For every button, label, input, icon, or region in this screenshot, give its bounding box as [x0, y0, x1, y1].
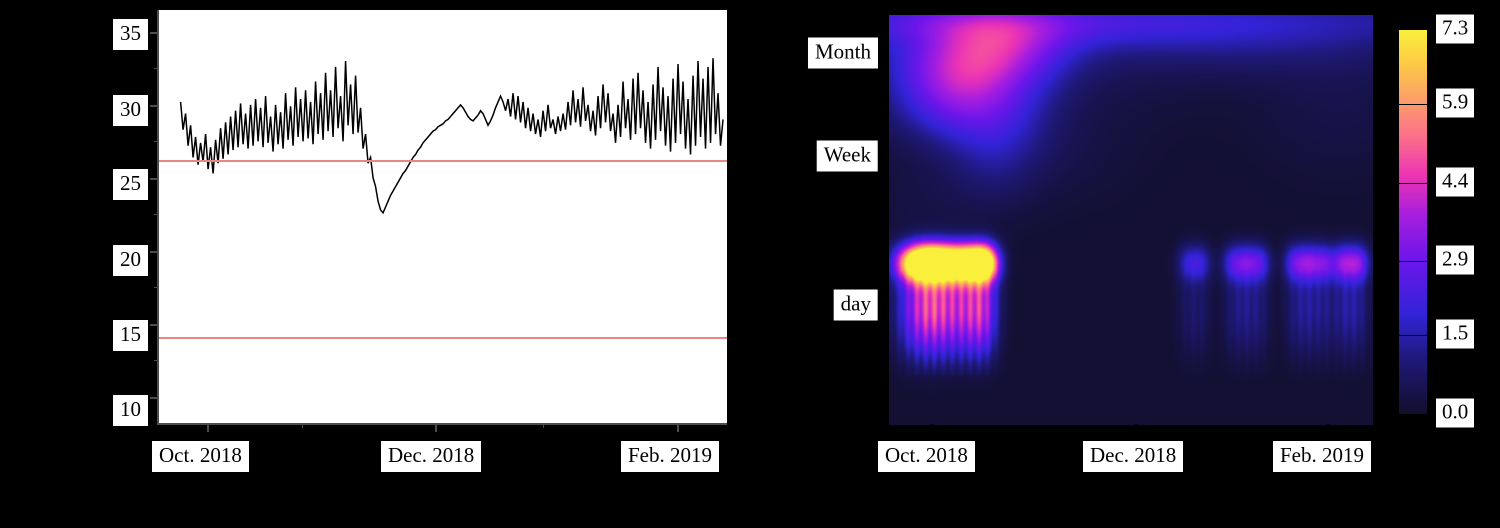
- scalogram-y-label-week: Week: [816, 140, 878, 171]
- colorbar-seg-line-1: [1399, 335, 1427, 337]
- y-tick-minor-0: [154, 68, 159, 70]
- scalogram-x-tick-0: [930, 424, 933, 433]
- y-tick-label-2: 25: [113, 169, 148, 200]
- scalogram-x-tick-1: [1134, 424, 1137, 433]
- x-tick-2: [677, 423, 680, 432]
- y-tick-label-1: 30: [113, 95, 148, 126]
- colorbar-label-4: 1.5: [1436, 319, 1475, 349]
- x-tick-1: [434, 423, 437, 432]
- scalogram-y-label-month: Month: [807, 37, 878, 68]
- scalogram-y-tick-1: [877, 155, 888, 158]
- scalogram-x-tick-label-2: Feb. 2019: [1273, 441, 1371, 472]
- y-tick-1: [150, 104, 159, 107]
- left-panel-timeseries: 35 30 25 20 15 10 Oct. 2018 Dec. 2018 Fe…: [0, 0, 760, 528]
- scalogram-heatmap-canvas: [889, 15, 1373, 425]
- colorbar-seg-line-2: [1399, 261, 1427, 263]
- y-tick-label-5: 10: [113, 395, 148, 426]
- timeseries-plot-area: [150, 10, 727, 432]
- y-tick-minor-4: [154, 360, 159, 362]
- scalogram-x-tick-label-1: Dec. 2018: [1083, 441, 1184, 472]
- scalogram-plot-area: [888, 14, 1374, 426]
- x-tick-label-1: Dec. 2018: [381, 441, 482, 472]
- scalogram-x-tick-label-0: Oct. 2018: [878, 441, 975, 472]
- y-tick-minor-1: [154, 141, 159, 143]
- scalogram-y-tick-0: [877, 52, 888, 55]
- x-tick-minor-0: [302, 423, 304, 428]
- colorbar-label-5: 0.0: [1436, 398, 1475, 428]
- y-tick-0: [150, 31, 159, 34]
- x-tick-label-0: Oct. 2018: [152, 441, 249, 472]
- y-tick-5: [150, 396, 159, 399]
- y-tick-4: [150, 323, 159, 326]
- x-tick-0: [206, 423, 209, 432]
- colorbar: [1398, 29, 1428, 415]
- colorbar-seg-line-4: [1399, 103, 1427, 105]
- threshold-line-upper: [159, 160, 727, 163]
- y-tick-minor-2: [154, 214, 159, 216]
- timeseries-line: [159, 10, 727, 423]
- threshold-line-lower: [159, 336, 727, 339]
- x-tick-label-2: Feb. 2019: [621, 441, 719, 472]
- y-tick-3: [150, 250, 159, 253]
- y-tick-label-0: 35: [113, 19, 148, 50]
- x-tick-minor-1: [542, 423, 544, 428]
- y-tick-label-3: 20: [113, 245, 148, 276]
- colorbar-label-1: 5.9: [1436, 88, 1475, 118]
- colorbar-label-3: 2.9: [1436, 245, 1475, 275]
- colorbar-seg-line-3: [1399, 182, 1427, 184]
- scalogram-y-label-day: day: [833, 289, 878, 321]
- scalogram-y-tick-2: [877, 305, 888, 308]
- colorbar-gradient: [1399, 30, 1427, 414]
- colorbar-label-2: 4.4: [1436, 167, 1475, 197]
- y-tick-minor-3: [154, 287, 159, 289]
- colorbar-label-0: 7.3: [1436, 14, 1475, 44]
- scalogram-x-tick-2: [1326, 424, 1329, 433]
- y-tick-label-4: 15: [113, 320, 148, 351]
- y-tick-2: [150, 177, 159, 180]
- right-panel-scalogram: Month Week day Oct. 2018 Dec. 2018 Feb. …: [760, 0, 1500, 528]
